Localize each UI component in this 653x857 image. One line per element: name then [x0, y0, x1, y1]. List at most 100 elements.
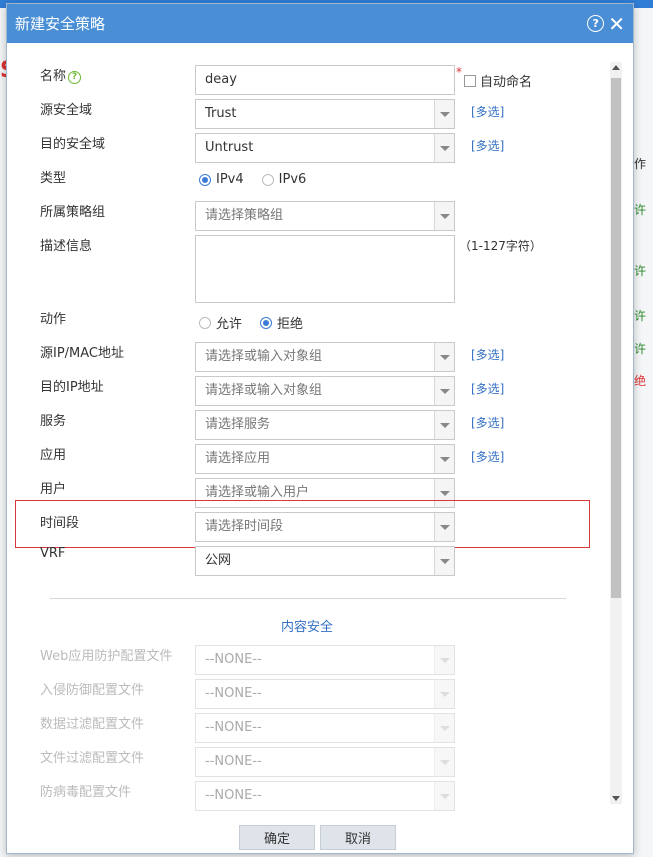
background-row-action: 许 — [634, 203, 647, 217]
application-multi-select-link[interactable]: [多选] — [471, 448, 504, 465]
chevron-down-icon[interactable] — [434, 445, 454, 473]
policy-group-row: 所属策略组 请选择策略组 — [7, 201, 607, 231]
src-ip-select[interactable]: 请选择或输入对象组 — [195, 342, 455, 372]
src-zone-value: Trust — [205, 106, 237, 121]
policy-group-select[interactable]: 请选择策略组 — [195, 201, 455, 231]
chevron-down-icon[interactable] — [434, 547, 454, 575]
application-row: 应用 请选择应用 [多选] — [7, 444, 607, 474]
content-security-row: 防病毒配置文件 --NONE-- — [7, 781, 607, 811]
action-option-label: 拒绝 — [277, 317, 304, 332]
section-divider — [50, 598, 566, 599]
vrf-row: VRF 公网 — [7, 546, 607, 576]
content-security-row: Web应用防护配置文件 --NONE-- — [7, 645, 607, 675]
chevron-down-icon[interactable] — [434, 134, 454, 162]
close-icon[interactable]: ✕ — [608, 14, 625, 34]
dst-ip-label: 目的IP地址 — [40, 380, 104, 395]
user-label: 用户 — [40, 482, 67, 497]
dst-ip-multi-select-link[interactable]: [多选] — [471, 380, 504, 397]
vrf-label: VRF — [40, 546, 66, 561]
file-filter-profile-value: --NONE-- — [205, 754, 262, 769]
dialog-titlebar: 新建安全策略 ? ✕ — [7, 4, 633, 43]
content-security-row: 数据过滤配置文件 --NONE-- — [7, 713, 607, 743]
auto-name-checkbox[interactable] — [464, 74, 476, 87]
type-option-label: IPv4 — [216, 172, 244, 187]
scroll-up-icon[interactable] — [612, 65, 620, 70]
chevron-down-icon[interactable] — [434, 411, 454, 439]
help-icon[interactable]: ? — [587, 15, 605, 32]
action-radio-group: 允许 拒绝 — [199, 313, 321, 332]
cancel-button[interactable]: 取消 — [320, 825, 396, 850]
ips-profile-label: 入侵防御配置文件 — [40, 683, 145, 698]
antivirus-profile-value: --NONE-- — [205, 788, 262, 803]
user-placeholder: 请选择或输入用户 — [205, 485, 310, 500]
dst-zone-row: 目的安全域 Untrust [多选] — [7, 133, 607, 163]
service-row: 服务 请选择服务 [多选] — [7, 410, 607, 440]
radio-checked-icon[interactable] — [199, 173, 211, 186]
service-select[interactable]: 请选择服务 — [195, 410, 455, 440]
name-help-icon[interactable]: ? — [68, 71, 82, 84]
src-zone-select[interactable]: Trust — [195, 99, 455, 129]
service-label: 服务 — [40, 414, 67, 429]
description-row: 描述信息 （1-127字符） — [7, 235, 607, 305]
waf-profile-select: --NONE-- — [195, 645, 455, 675]
dialog-footer: 确定 取消 — [7, 819, 633, 853]
src-zone-multi-select-link[interactable]: [多选] — [471, 103, 504, 120]
action-option-label: 允许 — [216, 317, 243, 332]
src-ip-multi-select-link[interactable]: [多选] — [471, 346, 504, 363]
ips-profile-select: --NONE-- — [195, 679, 455, 709]
dst-zone-select[interactable]: Untrust — [195, 133, 455, 163]
policy-group-placeholder: 请选择策略组 — [205, 208, 284, 223]
content-security-row: 文件过滤配置文件 --NONE-- — [7, 747, 607, 777]
description-textarea[interactable] — [195, 235, 455, 303]
content-security-title: 内容安全 — [280, 620, 333, 635]
background-row-action: 许 — [634, 309, 647, 323]
radio-unchecked-icon[interactable] — [261, 173, 274, 186]
dst-ip-row: 目的IP地址 请选择或输入对象组 [多选] — [7, 376, 607, 406]
action-option-allow[interactable]: 允许 — [199, 313, 242, 332]
type-option-ipv4[interactable]: IPv4 — [199, 172, 244, 187]
src-zone-label: 源安全域 — [40, 103, 93, 118]
chevron-down-icon — [434, 646, 454, 674]
name-row: 名称? deay * 自动命名 — [7, 65, 607, 95]
auto-name-option[interactable]: 自动命名 — [464, 71, 532, 90]
background-row-action: 许 — [634, 342, 647, 356]
vrf-select[interactable]: 公网 — [195, 546, 455, 576]
file-filter-profile-select: --NONE-- — [195, 747, 455, 777]
policy-group-label: 所属策略组 — [40, 205, 106, 220]
chevron-down-icon — [434, 748, 454, 776]
chevron-down-icon[interactable] — [434, 202, 454, 230]
chevron-down-icon — [434, 782, 454, 810]
application-select[interactable]: 请选择应用 — [195, 444, 455, 474]
content-security-row: 入侵防御配置文件 --NONE-- — [7, 679, 607, 709]
application-label: 应用 — [40, 448, 67, 463]
dialog-scrollbar[interactable] — [610, 62, 622, 804]
antivirus-profile-select: --NONE-- — [195, 781, 455, 811]
ok-button[interactable]: 确定 — [239, 825, 315, 850]
file-filter-profile-label: 文件过滤配置文件 — [40, 751, 145, 766]
chevron-down-icon[interactable] — [434, 100, 454, 128]
dst-ip-select[interactable]: 请选择或输入对象组 — [195, 376, 455, 406]
radio-unchecked-icon[interactable] — [199, 316, 211, 329]
radio-checked-icon[interactable] — [260, 316, 273, 329]
name-input[interactable]: deay — [195, 65, 455, 95]
dst-zone-multi-select-link[interactable]: [多选] — [471, 137, 504, 154]
background-column-header: 作 — [634, 157, 647, 171]
chevron-down-icon[interactable] — [434, 343, 454, 371]
background-row-action: 许 — [634, 264, 647, 278]
name-label: 名称? — [40, 65, 82, 84]
action-row: 动作 允许 拒绝 — [7, 308, 607, 338]
action-label: 动作 — [40, 312, 67, 327]
type-option-ipv6[interactable]: IPv6 — [261, 172, 306, 187]
type-row: 类型 IPv4 IPv6 — [7, 167, 607, 197]
chevron-down-icon — [434, 680, 454, 708]
action-option-deny[interactable]: 拒绝 — [260, 313, 303, 332]
scrollbar-thumb[interactable] — [611, 78, 621, 598]
application-placeholder: 请选择应用 — [205, 451, 271, 466]
time-range-highlight-box — [15, 500, 590, 548]
service-multi-select-link[interactable]: [多选] — [471, 414, 504, 431]
service-placeholder: 请选择服务 — [205, 417, 271, 432]
chevron-down-icon[interactable] — [434, 377, 454, 405]
scroll-down-icon[interactable] — [612, 796, 620, 801]
src-ip-placeholder: 请选择或输入对象组 — [205, 349, 323, 364]
antivirus-profile-label: 防病毒配置文件 — [40, 785, 132, 800]
